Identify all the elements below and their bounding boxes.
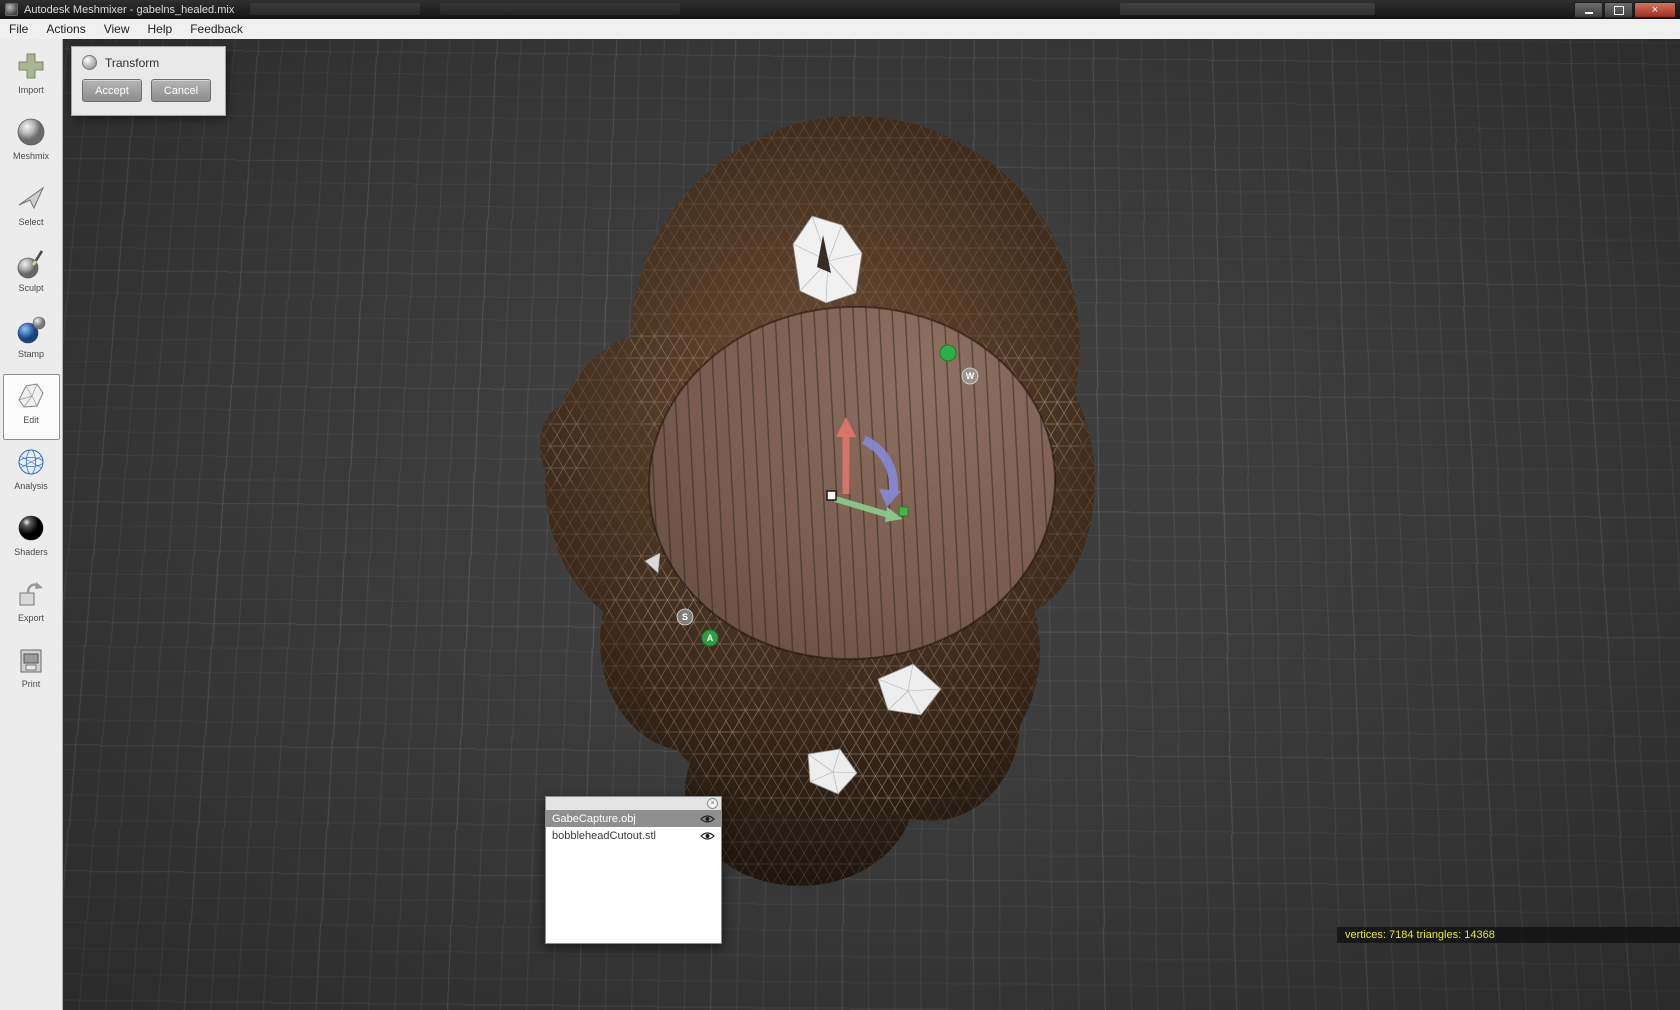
print-icon xyxy=(13,642,49,678)
visibility-toggle[interactable] xyxy=(700,831,715,841)
tool-analysis[interactable]: Analysis xyxy=(3,440,60,506)
object-browser-close[interactable]: × xyxy=(707,798,718,809)
menu-feedback[interactable]: Feedback xyxy=(181,19,252,39)
app-icon xyxy=(5,3,18,16)
meshmix-icon xyxy=(13,114,49,150)
close-icon: × xyxy=(1651,3,1659,16)
badge-w-label: W xyxy=(966,371,975,381)
accept-button[interactable]: Accept xyxy=(82,79,142,102)
visibility-toggle[interactable] xyxy=(700,814,715,824)
window-controls: × xyxy=(1574,2,1676,18)
badge-green[interactable] xyxy=(939,344,957,362)
titlebar: Autodesk Meshmixer - gabelns_healed.mix … xyxy=(0,0,1680,19)
minimize-button[interactable] xyxy=(1574,2,1603,18)
mesh-stats: vertices: 7184 triangles: 14368 xyxy=(1345,929,1495,941)
sculpt-icon xyxy=(13,246,49,282)
eye-icon xyxy=(700,831,715,840)
export-icon xyxy=(13,576,49,612)
cancel-button[interactable]: Cancel xyxy=(151,79,211,102)
menu-actions[interactable]: Actions xyxy=(37,19,94,39)
object-row-gabecapture[interactable]: GabeCapture.obj xyxy=(546,810,721,827)
scene: W S A xyxy=(540,116,1095,886)
status-bar: vertices: 7184 triangles: 14368 xyxy=(1337,927,1680,943)
tool-sidebar: Import Meshmix Select Sculpt Stamp Edit … xyxy=(0,39,63,1010)
stamp-icon xyxy=(13,312,49,348)
object-row-bobbleheadcutout[interactable]: bobbleheadCutout.stl xyxy=(546,827,721,844)
transform-panel: Transform Accept Cancel xyxy=(71,46,226,116)
menubar: File Actions View Help Feedback xyxy=(0,19,1680,40)
object-browser-header: × xyxy=(546,797,721,810)
object-name: bobbleheadCutout.stl xyxy=(552,829,656,842)
tool-stamp[interactable]: Stamp xyxy=(3,308,60,374)
menu-help[interactable]: Help xyxy=(139,19,182,39)
titlebar-artifact xyxy=(1120,3,1375,15)
meshmixer-window: Autodesk Meshmixer - gabelns_healed.mix … xyxy=(0,0,1680,1010)
tool-edit[interactable]: Edit xyxy=(2,374,60,440)
tool-print[interactable]: Print xyxy=(3,638,60,704)
import-icon xyxy=(13,48,49,84)
gizmo-scale-handle-green[interactable] xyxy=(898,506,909,517)
gizmo-origin-handle[interactable] xyxy=(826,490,837,501)
tool-import[interactable]: Import xyxy=(3,44,60,110)
tool-meshmix[interactable]: Meshmix xyxy=(3,110,60,176)
menu-file[interactable]: File xyxy=(0,19,37,39)
close-button[interactable]: × xyxy=(1634,2,1676,18)
restore-button[interactable] xyxy=(1604,2,1633,18)
titlebar-artifact xyxy=(250,3,420,15)
restore-icon xyxy=(1613,5,1624,15)
object-browser: × GabeCapture.obj bobbleheadCutout.stl xyxy=(545,796,722,944)
tool-export[interactable]: Export xyxy=(3,572,60,638)
viewport-canvas[interactable]: W S A Transform Accept Cancel × GabeCapt… xyxy=(63,39,1680,1010)
window-title: Autodesk Meshmixer - gabelns_healed.mix xyxy=(24,3,235,16)
minimize-icon xyxy=(1584,12,1593,14)
badge-a-label: A xyxy=(707,633,714,643)
badge-s-label: S xyxy=(682,612,688,622)
transform-tool-icon xyxy=(82,55,97,70)
titlebar-artifact xyxy=(440,3,680,15)
select-icon xyxy=(13,180,49,216)
tool-sculpt[interactable]: Sculpt xyxy=(3,242,60,308)
analysis-icon xyxy=(13,444,49,480)
menu-view[interactable]: View xyxy=(95,19,139,39)
shaders-icon xyxy=(13,510,49,546)
tool-shaders[interactable]: Shaders xyxy=(3,506,60,572)
eye-icon xyxy=(700,814,715,823)
edit-icon xyxy=(13,378,49,414)
transform-panel-header: Transform xyxy=(72,47,225,76)
tool-select[interactable]: Select xyxy=(3,176,60,242)
object-name: GabeCapture.obj xyxy=(552,812,636,825)
transform-panel-title: Transform xyxy=(105,55,160,70)
